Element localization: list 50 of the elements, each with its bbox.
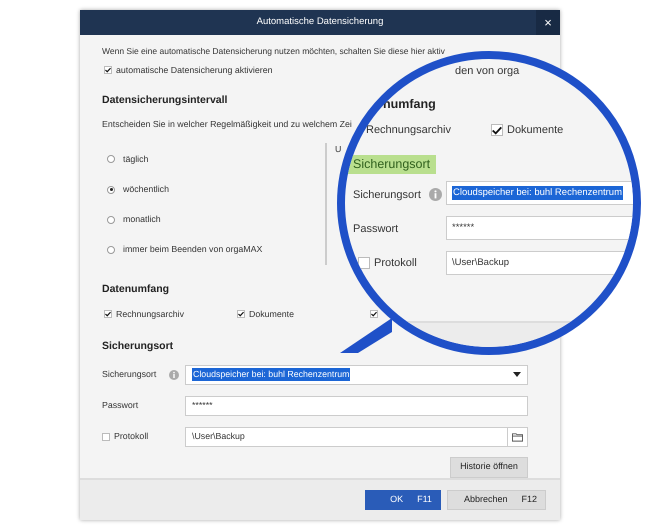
field-label: U bbox=[335, 144, 342, 154]
field-label: Passwort bbox=[102, 398, 138, 412]
section-heading: Sicherungsort bbox=[347, 155, 436, 174]
info-icon bbox=[429, 188, 442, 201]
window-title: Automatische Datensicherung bbox=[256, 15, 384, 30]
cancel-button[interactable]: Abbrechen F12 bbox=[446, 490, 546, 510]
checkbox-label: Protokoll bbox=[114, 430, 148, 443]
checkbox[interactable] bbox=[104, 310, 112, 318]
radio-button[interactable] bbox=[107, 246, 115, 254]
checkbox-label: Dokumente bbox=[507, 123, 564, 138]
info-icon bbox=[169, 370, 179, 380]
radio-button[interactable] bbox=[107, 216, 115, 224]
checkbox-label: automatische Datensicherung aktivieren bbox=[116, 64, 272, 77]
folder-button[interactable] bbox=[507, 426, 528, 447]
checkbox-label: Rechnungsarchiv bbox=[366, 123, 451, 138]
password-field[interactable]: ****** bbox=[446, 216, 633, 240]
checkbox[interactable] bbox=[104, 66, 112, 74]
section-heading: numfang bbox=[383, 96, 436, 113]
checkbox[interactable] bbox=[370, 310, 378, 318]
checkbox-label: Dokumente bbox=[249, 308, 294, 321]
radio-button[interactable] bbox=[107, 186, 115, 194]
dropdown-field[interactable]: Cloudspeicher bei: buhl Rechenzentrum bbox=[185, 364, 528, 385]
radio-label: täglich bbox=[123, 152, 148, 166]
checkbox[interactable] bbox=[358, 257, 370, 270]
section-heading: Datenumfang bbox=[102, 282, 170, 297]
field-label: Sicherungsort bbox=[353, 188, 421, 203]
checkbox[interactable] bbox=[102, 432, 110, 441]
intro-text: Wenn Sie eine automatische Datensicherung nutzen möchten, schalten Sie diese hier aktiv bbox=[102, 45, 445, 58]
radio-label: wöchentlich bbox=[123, 183, 169, 196]
password-field[interactable]: ****** bbox=[185, 396, 528, 416]
path-field[interactable]: \User\Backup bbox=[185, 426, 507, 447]
caret-icon bbox=[513, 372, 521, 378]
radio-label: monatlich bbox=[123, 213, 161, 226]
section-heading: Sicherungsort bbox=[102, 338, 174, 354]
dropdown-field[interactable]: Cloudspeicher bei: buhl Rechenzentrum bbox=[446, 181, 633, 205]
close-button[interactable]: × bbox=[536, 10, 560, 35]
ok-button[interactable]: OK F11 bbox=[364, 490, 441, 510]
checkbox-label: Rechnungsarchiv bbox=[116, 308, 184, 321]
folder-icon bbox=[512, 432, 523, 442]
checkbox-label: Protokoll bbox=[374, 256, 417, 271]
label-text: den von orga bbox=[455, 64, 520, 79]
radio-button[interactable] bbox=[107, 155, 115, 164]
field-label: Passwort bbox=[353, 222, 398, 237]
description-text: Entscheiden Sie in welcher Regelmäßigkeit und zu welchem Zei bbox=[102, 118, 352, 131]
section-heading: Datensicherungsintervall bbox=[102, 92, 228, 108]
history-button[interactable]: Historie öffnen bbox=[450, 456, 528, 478]
checkbox[interactable] bbox=[237, 310, 245, 318]
checkbox[interactable] bbox=[491, 124, 503, 136]
field-label: Sicherungsort bbox=[102, 368, 156, 381]
radio-label: immer beim Beenden von orgaMAX bbox=[123, 243, 262, 256]
